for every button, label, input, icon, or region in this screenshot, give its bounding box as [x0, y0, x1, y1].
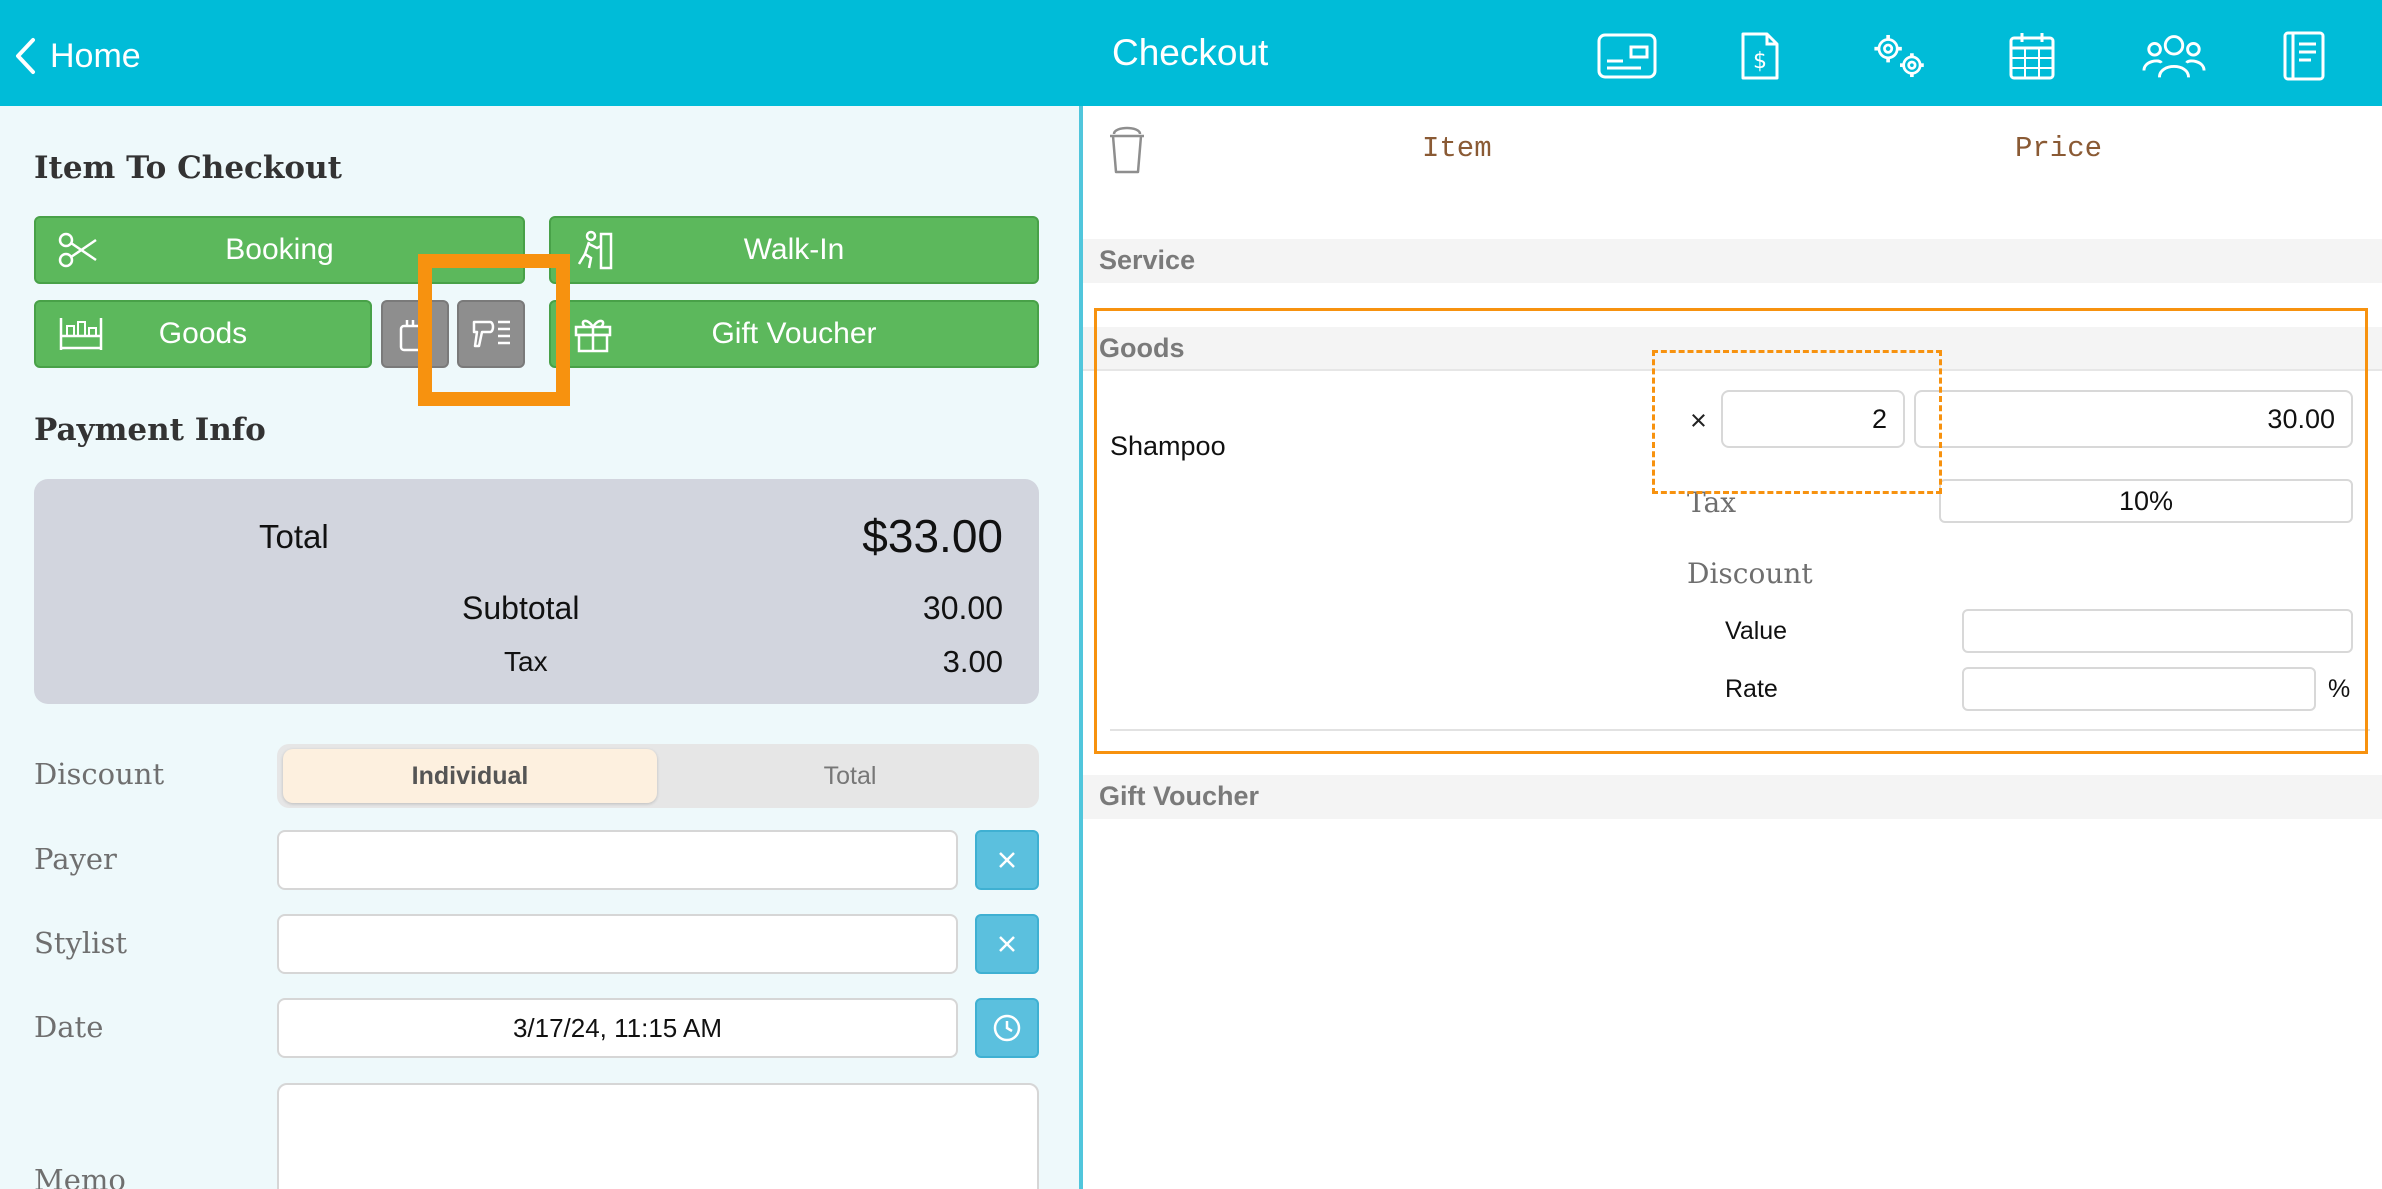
- item-to-checkout-title: Item To Checkout: [34, 150, 342, 186]
- trash-icon: [1110, 126, 1144, 174]
- memo-label: Memo: [34, 1163, 126, 1189]
- subtotal-label: Subtotal: [462, 590, 580, 626]
- users-icon[interactable]: [2142, 28, 2206, 84]
- clock-icon: [993, 1014, 1021, 1042]
- tax-label: Tax: [504, 646, 548, 677]
- top-navigation-bar: Home Checkout $: [0, 0, 2382, 106]
- back-label: Home: [50, 36, 141, 75]
- goods-button[interactable]: Goods: [34, 300, 372, 368]
- clear-payer-button[interactable]: [975, 830, 1039, 890]
- gift-icon: [573, 315, 613, 353]
- discount-individual-option[interactable]: Individual: [283, 749, 657, 803]
- service-section-label: Service: [1099, 245, 1196, 275]
- tax-value: 3.00: [942, 644, 1003, 679]
- close-icon: [999, 936, 1015, 952]
- clear-stylist-button[interactable]: [975, 914, 1039, 974]
- discount-total-option[interactable]: Total: [667, 749, 1033, 803]
- service-section-header: Service: [1083, 239, 2382, 283]
- discount-label: Discount: [34, 757, 165, 791]
- close-icon: [999, 852, 1015, 868]
- scissors-icon: [58, 232, 98, 268]
- date-picker-button[interactable]: [975, 998, 1039, 1058]
- invoice-dollar-icon[interactable]: $: [1728, 28, 1792, 84]
- gift-voucher-section-label: Gift Voucher: [1099, 781, 1260, 811]
- gift-voucher-label: Gift Voucher: [711, 317, 877, 350]
- subtotal-value: 30.00: [922, 590, 1003, 626]
- card-icon[interactable]: [1595, 28, 1659, 84]
- stylist-field[interactable]: [277, 914, 958, 974]
- item-column-header: Item: [1422, 132, 1492, 165]
- date-label: Date: [34, 1010, 104, 1044]
- page-title: Checkout: [1112, 32, 1269, 73]
- settings-gears-icon[interactable]: [1868, 28, 1932, 84]
- booking-label: Booking: [225, 233, 334, 266]
- gift-voucher-section-header: Gift Voucher: [1083, 775, 2382, 819]
- svg-text:$: $: [1753, 49, 1767, 74]
- highlight-box-solid: [418, 254, 570, 406]
- walk-in-button[interactable]: Walk-In: [549, 216, 1039, 284]
- date-field[interactable]: 3/17/24, 11:15 AM: [277, 998, 958, 1058]
- walk-in-label: Walk-In: [743, 233, 845, 266]
- chevron-left-icon: [16, 38, 35, 74]
- payment-info-title: Payment Info: [34, 412, 266, 448]
- price-column-header: Price: [2015, 132, 2103, 165]
- stylist-label: Stylist: [34, 926, 127, 960]
- gift-voucher-button[interactable]: Gift Voucher: [549, 300, 1039, 368]
- payer-field[interactable]: [277, 830, 958, 890]
- total-value: $33.00: [862, 510, 1003, 562]
- discount-mode-segmented-control: Individual Total: [277, 744, 1039, 808]
- delete-all-button[interactable]: [1108, 122, 1146, 181]
- payment-summary-card: Total $33.00 Subtotal 30.00 Tax 3.00: [34, 479, 1039, 704]
- highlight-box-quantity: [1652, 350, 1942, 494]
- calendar-icon[interactable]: [2000, 28, 2064, 84]
- goods-label: Goods: [158, 317, 248, 350]
- back-home-button[interactable]: Home: [14, 28, 141, 84]
- walking-person-icon: [573, 230, 613, 270]
- payer-label: Payer: [34, 842, 117, 876]
- shelf-icon: [58, 316, 104, 352]
- memo-field[interactable]: [277, 1083, 1039, 1189]
- total-label: Total: [259, 518, 329, 555]
- ledger-book-icon[interactable]: [2272, 28, 2336, 84]
